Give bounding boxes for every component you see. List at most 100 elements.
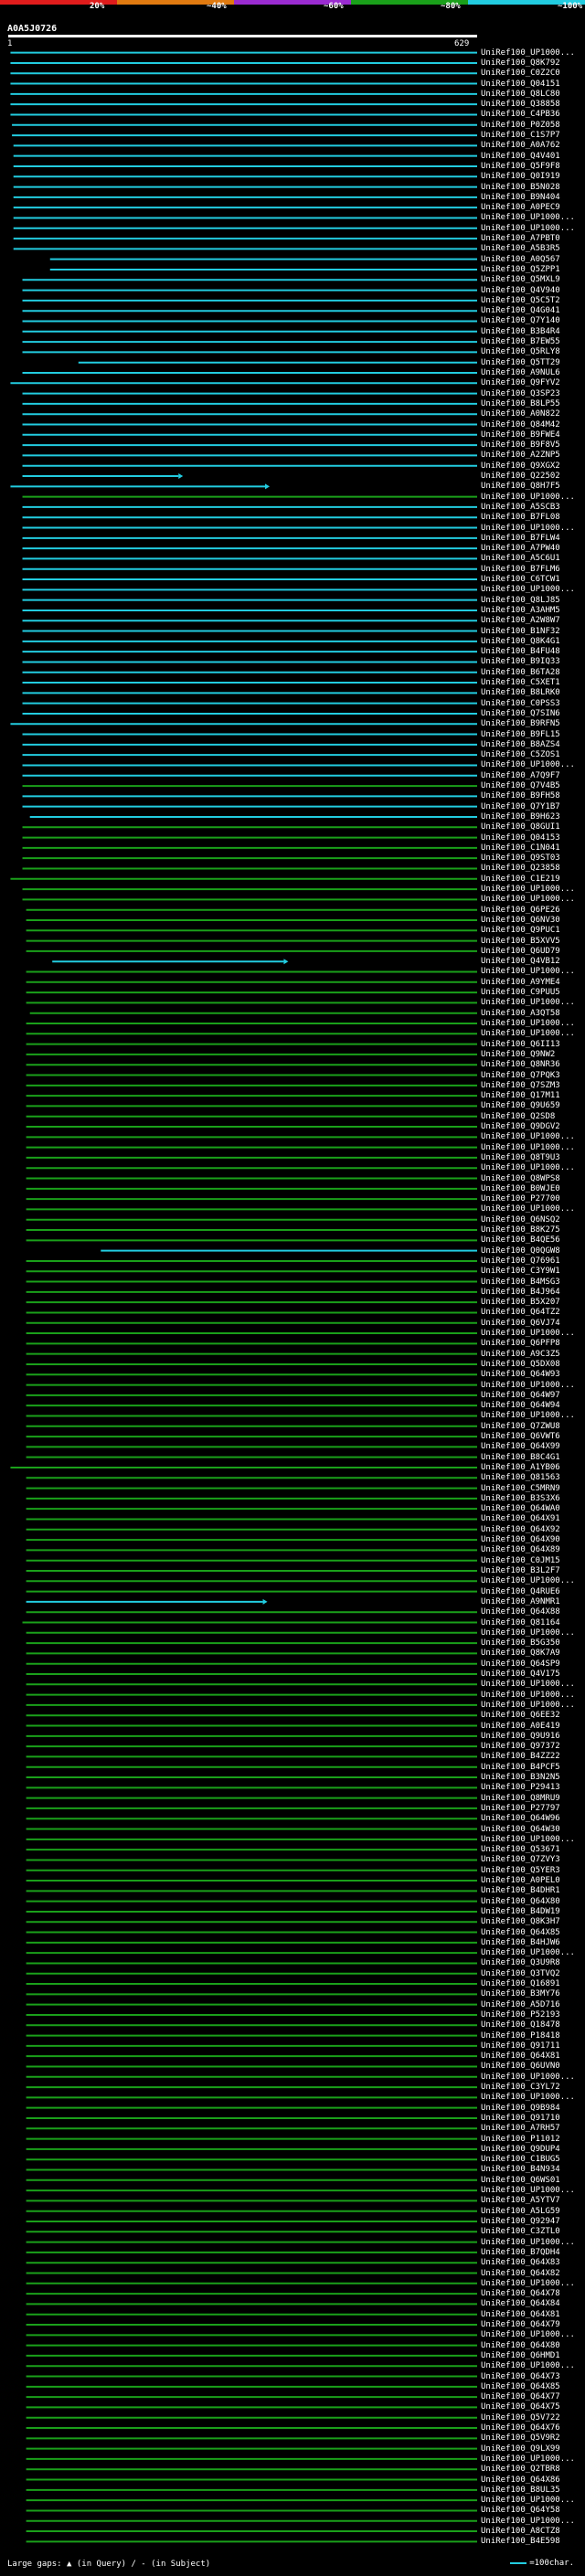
hit-label[interactable]: UniRef100_Q7Y1B7 [481, 802, 560, 811]
hit-label[interactable]: UniRef100_Q7PQK3 [481, 1071, 560, 1080]
hit-label[interactable]: UniRef100_Q5RLY8 [481, 347, 560, 356]
hit-label[interactable]: UniRef100_B3MY76 [481, 1989, 560, 1998]
hit-label[interactable]: UniRef100_Q9XGX2 [481, 461, 560, 471]
hit-label[interactable]: UniRef100_Q6NV30 [481, 916, 560, 925]
hit-label[interactable]: UniRef100_Q9NW2 [481, 1050, 555, 1059]
hit-label[interactable]: UniRef100_Q6UVN0 [481, 2062, 560, 2071]
hit-label[interactable]: UniRef100_A0Q567 [481, 255, 560, 264]
hit-label[interactable]: UniRef100_Q64WA0 [481, 1504, 560, 1513]
hit-label[interactable]: UniRef100_A9NMR1 [481, 1597, 560, 1606]
hit-label[interactable]: UniRef100_Q38858 [481, 100, 560, 109]
hit-label[interactable]: UniRef100_B9FH58 [481, 791, 560, 800]
hit-label[interactable]: UniRef100_A2ZNP5 [481, 451, 560, 460]
hit-label[interactable]: UniRef100_Q4RUE6 [481, 1587, 560, 1596]
hit-label[interactable]: UniRef100_B3L2F7 [481, 1566, 560, 1575]
hit-label[interactable]: UniRef100_A5D716 [481, 2000, 560, 2009]
hit-label[interactable]: UniRef100_UP1000... [481, 1163, 575, 1172]
hit-label[interactable]: UniRef100_Q8K3H7 [481, 1917, 560, 1926]
hit-label[interactable]: UniRef100_Q3U9R8 [481, 1958, 560, 1967]
hit-label[interactable]: UniRef100_Q23858 [481, 864, 560, 873]
hit-label[interactable]: UniRef100_B1NF32 [481, 627, 560, 636]
hit-label[interactable]: UniRef100_B4N934 [481, 2165, 560, 2174]
hit-label[interactable]: UniRef100_Q64X88 [481, 1607, 560, 1617]
hit-label[interactable]: UniRef100_Q64X92 [481, 1525, 560, 1534]
hit-label[interactable]: UniRef100_A0PEC9 [481, 203, 560, 212]
hit-label[interactable]: UniRef100_UP1000... [481, 1628, 575, 1638]
hit-label[interactable]: UniRef100_Q8LJ85 [481, 596, 560, 605]
hit-label[interactable]: UniRef100_B5X207 [481, 1298, 560, 1307]
hit-label[interactable]: UniRef100_Q8K792 [481, 58, 560, 68]
hit-label[interactable]: UniRef100_A8CTZ8 [481, 2527, 560, 2536]
hit-label[interactable]: UniRef100_Q6PFP8 [481, 1339, 560, 1348]
hit-label[interactable]: UniRef100_Q64X85 [481, 2382, 560, 2391]
hit-label[interactable]: UniRef100_Q64X79 [481, 2320, 560, 2329]
hit-label[interactable]: UniRef100_Q8K7A9 [481, 1648, 560, 1658]
hit-label[interactable]: UniRef100_B7FL08 [481, 513, 560, 522]
hit-label[interactable]: UniRef100_B7FLW4 [481, 534, 560, 543]
hit-label[interactable]: UniRef100_A3QT58 [481, 1009, 560, 1018]
hit-label[interactable]: UniRef100_Q81563 [481, 1473, 560, 1482]
hit-label[interactable]: UniRef100_B4HJW6 [481, 1938, 560, 1947]
hit-label[interactable]: UniRef100_A2W8W7 [481, 616, 560, 625]
hit-label[interactable]: UniRef100_Q5F9F8 [481, 162, 560, 171]
hit-label[interactable]: UniRef100_Q7SIN6 [481, 709, 560, 718]
hit-label[interactable]: UniRef100_Q64X89 [481, 1545, 560, 1554]
hit-label[interactable]: UniRef100_Q22502 [481, 472, 560, 481]
hit-label[interactable]: UniRef100_Q0I919 [481, 172, 560, 181]
hit-label[interactable]: UniRef100_Q53671 [481, 1845, 560, 1854]
hit-label[interactable]: UniRef100_Q6WS01 [481, 2176, 560, 2185]
hit-label[interactable]: UniRef100_Q4VB12 [481, 957, 560, 966]
hit-label[interactable]: UniRef100_Q64Y58 [481, 2506, 560, 2515]
hit-label[interactable]: UniRef100_Q64X77 [481, 2392, 560, 2401]
hit-label[interactable]: UniRef100_C0Z2C0 [481, 69, 560, 78]
hit-label[interactable]: UniRef100_UP1000... [481, 885, 575, 894]
hit-label[interactable]: UniRef100_Q5V9R2 [481, 2433, 560, 2443]
hit-label[interactable]: UniRef100_Q7ZVY3 [481, 1855, 560, 1864]
hit-label[interactable]: UniRef100_Q84M42 [481, 420, 560, 429]
hit-label[interactable]: UniRef100_UP1000... [481, 1835, 575, 1844]
hit-label[interactable]: UniRef100_Q64SP9 [481, 1659, 560, 1669]
hit-label[interactable]: UniRef100_P27700 [481, 1194, 560, 1203]
hit-label[interactable]: UniRef100_UP1000... [481, 2186, 575, 2195]
hit-label[interactable]: UniRef100_A9NUL6 [481, 368, 560, 377]
hit-label[interactable]: UniRef100_Q8H7F5 [481, 482, 560, 491]
hit-label[interactable]: UniRef100_B9N404 [481, 193, 560, 202]
hit-label[interactable]: UniRef100_Q18478 [481, 2020, 560, 2030]
hit-label[interactable]: UniRef100_A5C6U1 [481, 554, 560, 563]
hit-label[interactable]: UniRef100_Q9DUP4 [481, 2145, 560, 2154]
hit-label[interactable]: UniRef100_Q8NR36 [481, 1060, 560, 1069]
hit-label[interactable]: UniRef100_B7QDH4 [481, 2248, 560, 2257]
hit-label[interactable]: UniRef100_B4DW19 [481, 1907, 560, 1916]
hit-label[interactable]: UniRef100_A0E419 [481, 1722, 560, 1731]
hit-label[interactable]: UniRef100_Q8WPS8 [481, 1174, 560, 1183]
hit-label[interactable]: UniRef100_B9H623 [481, 812, 560, 822]
hit-label[interactable]: UniRef100_Q64X83 [481, 2258, 560, 2267]
hit-label[interactable]: UniRef100_UP1000... [481, 2496, 575, 2505]
hit-label[interactable]: UniRef100_C3YL72 [481, 2083, 560, 2092]
hit-label[interactable]: UniRef100_B5N028 [481, 183, 560, 192]
hit-label[interactable]: UniRef100_P29413 [481, 1783, 560, 1792]
hit-label[interactable]: UniRef100_UP1000... [481, 1019, 575, 1028]
hit-label[interactable]: UniRef100_Q4V940 [481, 286, 560, 295]
hit-label[interactable]: UniRef100_Q91710 [481, 2114, 560, 2123]
hit-label[interactable]: UniRef100_Q8MRU9 [481, 1794, 560, 1803]
hit-label[interactable]: UniRef100_Q64W30 [481, 1825, 560, 1834]
hit-label[interactable]: UniRef100_Q64W94 [481, 1401, 560, 1410]
hit-label[interactable]: UniRef100_B8LRK0 [481, 688, 560, 697]
hit-label[interactable]: UniRef100_Q8K4G1 [481, 637, 560, 646]
hit-label[interactable]: UniRef100_A9C3Z5 [481, 1350, 560, 1359]
hit-label[interactable]: UniRef100_C5MRN9 [481, 1484, 560, 1493]
hit-label[interactable]: UniRef100_P0Z058 [481, 121, 560, 130]
hit-label[interactable]: UniRef100_Q2TBR8 [481, 2465, 560, 2474]
hit-label[interactable]: UniRef100_A7RH57 [481, 2124, 560, 2133]
hit-label[interactable]: UniRef100_C1N041 [481, 843, 560, 853]
hit-label[interactable]: UniRef100_Q64W93 [481, 1370, 560, 1379]
hit-label[interactable]: UniRef100_UP1000... [481, 1680, 575, 1689]
hit-label[interactable]: UniRef100_Q17M11 [481, 1091, 560, 1100]
hit-label[interactable]: UniRef100_B9F8V5 [481, 440, 560, 450]
hit-label[interactable]: UniRef100_B7FLM6 [481, 565, 560, 574]
hit-label[interactable]: UniRef100_Q81164 [481, 1618, 560, 1627]
hit-label[interactable]: UniRef100_B3B4R4 [481, 327, 560, 336]
hit-label[interactable]: UniRef100_B6TA28 [481, 668, 560, 677]
hit-label[interactable]: UniRef100_C1BUG5 [481, 2155, 560, 2164]
